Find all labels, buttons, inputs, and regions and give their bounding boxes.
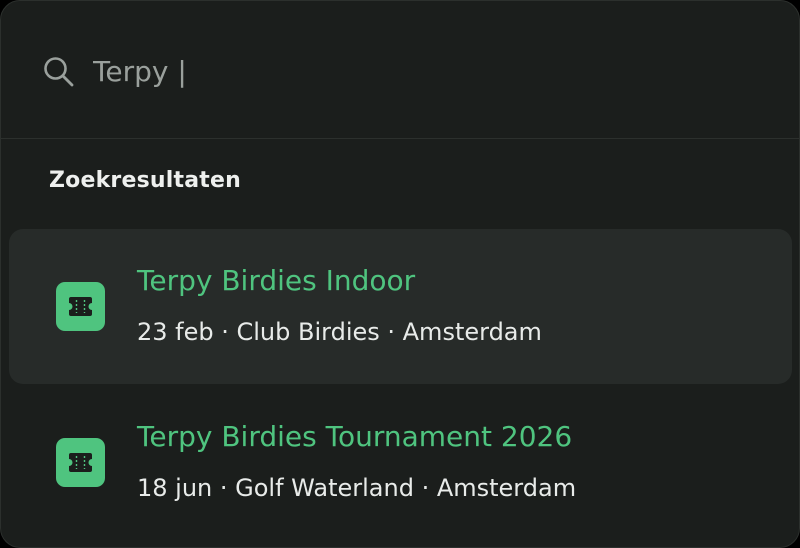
results-heading: Zoekresultaten <box>49 168 241 193</box>
result-meta: 18 jun · Golf Waterland · Amsterdam <box>137 474 577 502</box>
ticket-icon <box>56 282 105 331</box>
result-title: Terpy Birdies Tournament 2026 <box>137 420 573 453</box>
search-panel: Zoekresultaten Terpy Birdies Indoor 23 f… <box>0 0 800 548</box>
search-input[interactable] <box>93 48 753 94</box>
ticket-icon <box>56 438 105 487</box>
result-item-terpy-birdies-tournament-2026[interactable]: Terpy Birdies Tournament 2026 18 jun · G… <box>9 385 792 540</box>
result-title: Terpy Birdies Indoor <box>137 264 416 297</box>
result-meta: 23 feb · Club Birdies · Amsterdam <box>137 318 542 346</box>
search-icon <box>44 57 74 87</box>
result-item-terpy-birdies-indoor[interactable]: Terpy Birdies Indoor 23 feb · Club Birdi… <box>9 229 792 384</box>
search-bar <box>1 1 799 139</box>
